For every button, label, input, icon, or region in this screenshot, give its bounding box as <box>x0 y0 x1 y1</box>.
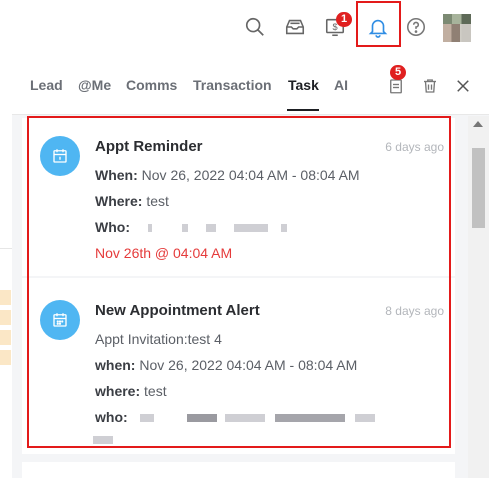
when-value: Nov 26, 2022 04:04 AM - 08:04 AM <box>139 357 358 373</box>
card-who-continued <box>93 431 113 447</box>
tab-task[interactable]: Task <box>288 77 319 93</box>
scrollbar-thumb[interactable] <box>472 148 485 228</box>
inbox-icon[interactable] <box>282 14 308 40</box>
reminder-time: Nov 26th @ 04:04 AM <box>95 245 233 261</box>
when-label: when: <box>95 357 136 373</box>
scroll-up-arrow[interactable] <box>473 121 483 127</box>
active-tab-indicator <box>287 109 319 111</box>
card-who-row: who: <box>95 409 376 425</box>
calendar-icon <box>40 136 80 176</box>
when-label: When: <box>95 167 138 183</box>
card-when-row: When: Nov 26, 2022 04:04 AM - 08:04 AM <box>95 167 360 183</box>
redacted-text <box>205 224 216 233</box>
card-title: New Appointment Alert <box>95 302 260 319</box>
card-where-row: Where: test <box>95 193 169 209</box>
trash-icon[interactable] <box>420 76 440 96</box>
tab-comms[interactable]: Comms <box>126 77 177 93</box>
notification-card[interactable]: Appt Reminder 6 days ago When: Nov 26, 2… <box>22 118 455 276</box>
redacted-text <box>147 224 152 233</box>
top-toolbar: $ 1 <box>0 0 489 59</box>
who-label: Who: <box>95 219 130 235</box>
bell-icon[interactable] <box>365 14 391 40</box>
help-icon[interactable] <box>403 14 429 40</box>
card-timestamp: 6 days ago <box>385 140 444 154</box>
where-label: where: <box>95 383 141 399</box>
where-label: Where: <box>95 193 143 209</box>
notification-card[interactable]: New Appointment Alert 8 days ago Appt In… <box>22 278 455 454</box>
dollar-badge: 1 <box>336 12 352 27</box>
redacted-text <box>181 224 188 233</box>
tab-me[interactable]: @Me <box>78 77 111 93</box>
redacted-text <box>139 414 154 423</box>
task-badge: 5 <box>390 65 406 80</box>
card-title: Appt Reminder <box>95 138 203 155</box>
notification-panel: Lead @Me Comms Transaction Task AI 5 App… <box>12 58 489 478</box>
where-value: test <box>146 193 169 209</box>
card-subtitle: Appt Invitation:test 4 <box>95 331 222 347</box>
redacted-text <box>233 224 268 233</box>
tab-ai[interactable]: AI <box>334 77 348 93</box>
background-page-strip <box>0 58 12 478</box>
avatar[interactable] <box>443 14 471 42</box>
when-value: Nov 26, 2022 04:04 AM - 08:04 AM <box>141 167 360 183</box>
card-timestamp: 8 days ago <box>385 304 444 318</box>
search-icon[interactable] <box>242 14 268 40</box>
card-who-row: Who: <box>95 219 288 235</box>
redacted-text <box>355 414 376 423</box>
panel-header: Lead @Me Comms Transaction Task AI 5 <box>12 58 489 115</box>
redacted-text <box>187 414 218 423</box>
notification-card-partial[interactable] <box>22 462 455 478</box>
redacted-text <box>281 224 288 233</box>
redacted-text <box>225 414 266 423</box>
where-value: test <box>144 383 167 399</box>
tab-lead[interactable]: Lead <box>30 77 63 93</box>
card-when-row: when: Nov 26, 2022 04:04 AM - 08:04 AM <box>95 357 357 373</box>
redacted-text <box>275 414 346 423</box>
tab-transaction[interactable]: Transaction <box>193 77 272 93</box>
card-where-row: where: test <box>95 383 167 399</box>
who-label: who: <box>95 409 128 425</box>
close-icon[interactable] <box>453 76 473 96</box>
redacted-text <box>93 436 113 445</box>
calendar-icon <box>40 300 80 340</box>
